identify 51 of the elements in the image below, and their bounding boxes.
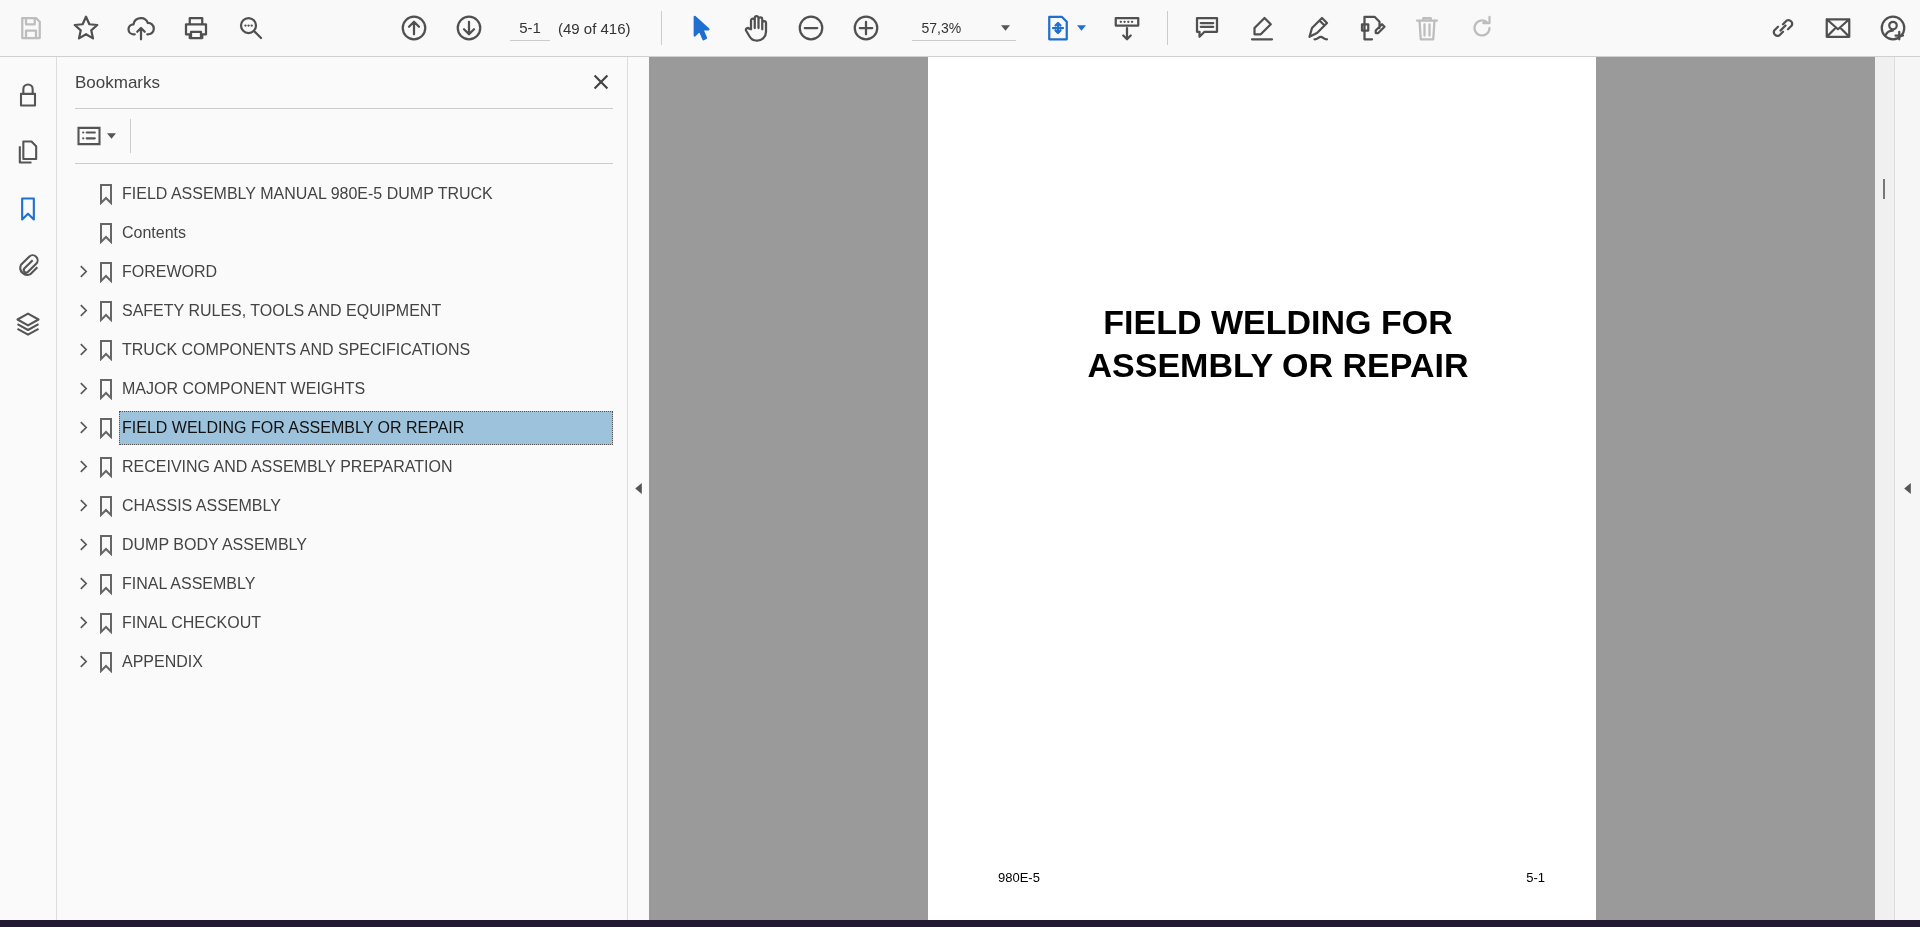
caret-icon (1077, 25, 1087, 31)
bookmark-icon (99, 611, 113, 634)
bookmark-item[interactable]: FOREWORD (119, 254, 613, 289)
scrollbar[interactable] (1875, 57, 1894, 920)
chevron-icon[interactable] (78, 382, 88, 395)
bookmark-icon (99, 416, 113, 439)
chevron-icon[interactable] (78, 577, 88, 590)
collapse-icon[interactable] (635, 483, 642, 494)
bookmark-item[interactable]: FINAL ASSEMBLY (119, 566, 613, 601)
page-number-field[interactable]: 5-1 (510, 15, 550, 41)
bookmark-item[interactable]: RECEIVING AND ASSEMBLY PREPARATION (119, 449, 613, 484)
bookmark-icon (99, 299, 113, 322)
bookmark-item[interactable]: TRUCK COMPONENTS AND SPECIFICATIONS (119, 332, 613, 367)
bookmark-icon (99, 533, 113, 556)
bookmark-icon (99, 494, 113, 517)
bookmark-icon (99, 377, 113, 400)
right-panel-toggle[interactable] (1894, 57, 1920, 920)
caret-icon (1000, 24, 1010, 31)
bookmark-item[interactable]: FINAL CHECKOUT (119, 605, 613, 640)
bookmark-icon (99, 572, 113, 595)
page-heading: FIELD WELDING FOR ASSEMBLY OR REPAIR (1086, 302, 1470, 387)
chevron-icon[interactable] (78, 304, 88, 317)
panel-title: Bookmarks (75, 72, 161, 93)
bookmark-icon (99, 338, 113, 361)
bookmark-icon (99, 182, 113, 205)
caret-icon (107, 133, 116, 139)
bookmark-item[interactable]: FIELD WELDING FOR ASSEMBLY OR REPAIR (119, 410, 613, 445)
bookmark-icon (99, 221, 113, 244)
bookmark-item[interactable]: APPENDIX (119, 644, 613, 679)
chevron-icon[interactable] (78, 655, 88, 668)
bookmark-item[interactable]: Contents (119, 215, 613, 250)
bookmark-item[interactable]: CHASSIS ASSEMBLY (119, 488, 613, 523)
bookmark-item[interactable]: FIELD ASSEMBLY MANUAL 980E-5 DUMP TRUCK (119, 176, 613, 211)
chevron-icon[interactable] (78, 421, 88, 434)
page-footer-text: 980E-5 (998, 870, 1040, 885)
zoom-dropdown[interactable]: 57,3% (911, 15, 1016, 41)
bookmark-icon (99, 650, 113, 673)
page-footer-number: 5-1 (1526, 870, 1545, 885)
chevron-icon[interactable] (78, 538, 88, 551)
bookmark-icon (99, 260, 113, 283)
chevron-icon[interactable] (78, 460, 88, 473)
bookmark-item[interactable]: MAJOR COMPONENT WEIGHTS (119, 371, 613, 406)
page-count: (49 of 416) (558, 19, 631, 37)
expand-icon (1904, 483, 1911, 494)
chevron-icon[interactable] (78, 265, 88, 278)
bookmark-item[interactable]: DUMP BODY ASSEMBLY (119, 527, 613, 562)
chevron-icon[interactable] (78, 499, 88, 512)
bookmark-icon (99, 455, 113, 478)
chevron-icon[interactable] (78, 616, 88, 629)
chevron-icon[interactable] (78, 343, 88, 356)
bookmark-item[interactable]: SAFETY RULES, TOOLS AND EQUIPMENT (119, 293, 613, 328)
